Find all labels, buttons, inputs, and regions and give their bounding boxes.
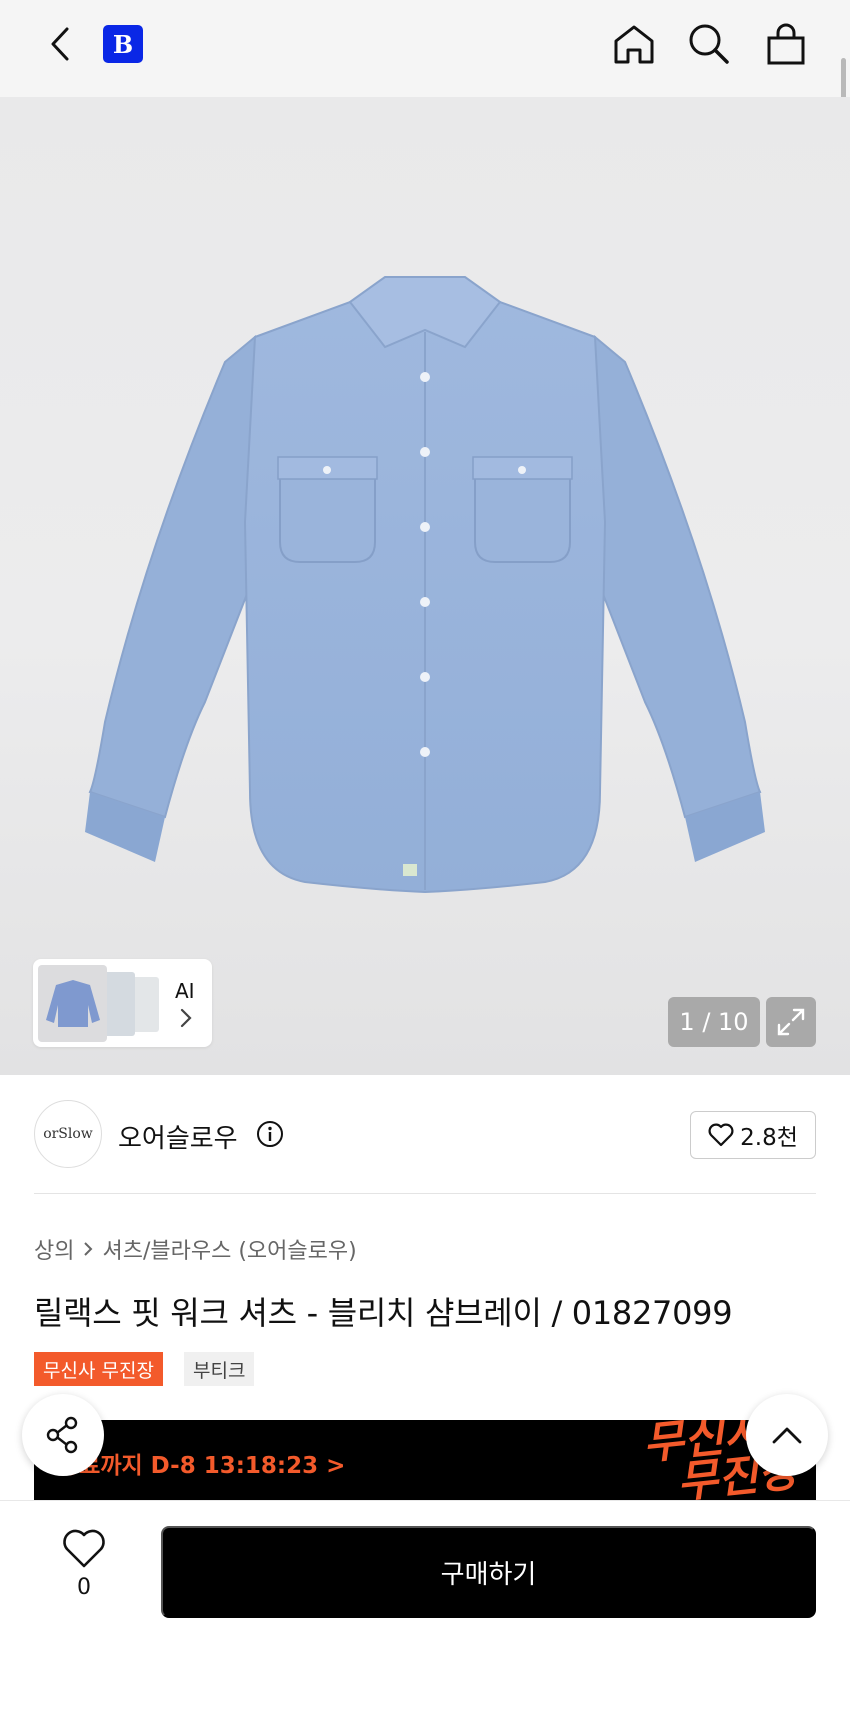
product-title: 릴랙스 핏 워크 셔츠 - 블리치 샴브레이 / 01827099 bbox=[34, 1294, 733, 1332]
brand-logo[interactable]: orSlow bbox=[34, 1100, 102, 1168]
tag-boutique: 부티크 bbox=[184, 1352, 255, 1386]
breadcrumb-category[interactable]: 상의 bbox=[34, 1233, 74, 1265]
expand-button[interactable] bbox=[766, 997, 816, 1047]
wishlist-button[interactable]: 0 bbox=[54, 1529, 114, 1609]
heart-icon bbox=[708, 1123, 734, 1147]
chevron-left-icon bbox=[51, 27, 69, 61]
product-image bbox=[85, 276, 765, 894]
top-header: B bbox=[0, 0, 850, 203]
info-icon[interactable] bbox=[256, 1120, 284, 1148]
shopping-bag-icon bbox=[767, 23, 805, 65]
page-counter: 1 / 10 bbox=[668, 997, 760, 1047]
product-gallery[interactable]: AI 1 / 10 bbox=[0, 97, 850, 1075]
share-button[interactable] bbox=[22, 1394, 104, 1476]
thumbnail-1[interactable] bbox=[38, 965, 107, 1042]
chevron-right-icon bbox=[84, 1242, 93, 1256]
thumbnail-3[interactable] bbox=[131, 977, 159, 1032]
wishlist-count: 0 bbox=[77, 1575, 91, 1600]
ai-label[interactable]: AI bbox=[175, 979, 195, 1003]
promo-banner[interactable]: 종료까지 D-8 13:18:23 > 무신사 무진장 bbox=[34, 1420, 816, 1500]
back-button[interactable] bbox=[42, 24, 78, 64]
share-icon bbox=[46, 1416, 78, 1454]
search-icon bbox=[689, 24, 729, 64]
brand-name[interactable]: 오어슬로우 bbox=[118, 1118, 238, 1155]
buy-button[interactable]: 구매하기 bbox=[161, 1526, 816, 1618]
promo-countdown: 종료까지 D-8 13:18:23 > bbox=[58, 1453, 346, 1479]
scroll-top-button[interactable] bbox=[746, 1394, 828, 1476]
brand-badge[interactable]: B bbox=[103, 25, 143, 63]
thumbnail-strip[interactable]: AI bbox=[33, 959, 212, 1047]
cart-button[interactable] bbox=[762, 20, 810, 68]
bottom-action-bar: 0 구매하기 bbox=[0, 1500, 850, 1716]
search-button[interactable] bbox=[685, 20, 733, 68]
brand-row: orSlow 오어슬로우 2.8천 bbox=[34, 1100, 816, 1170]
breadcrumb-subcategory[interactable]: 셔츠/블라우스 (오어슬로우) bbox=[102, 1233, 356, 1265]
chevron-up-icon bbox=[772, 1427, 802, 1444]
heart-icon bbox=[63, 1529, 105, 1568]
brand-like-count: 2.8천 bbox=[740, 1125, 798, 1151]
home-button[interactable] bbox=[610, 20, 658, 68]
chevron-right-icon bbox=[180, 1008, 192, 1028]
expand-icon bbox=[777, 1008, 805, 1036]
breadcrumb: 상의 셔츠/블라우스 (오어슬로우) bbox=[34, 1233, 357, 1265]
brand-like-button[interactable]: 2.8천 bbox=[690, 1111, 816, 1159]
tag-musinsa-mujinjang: 무신사 무진장 bbox=[34, 1352, 163, 1386]
divider bbox=[34, 1193, 816, 1194]
home-icon bbox=[614, 25, 654, 64]
